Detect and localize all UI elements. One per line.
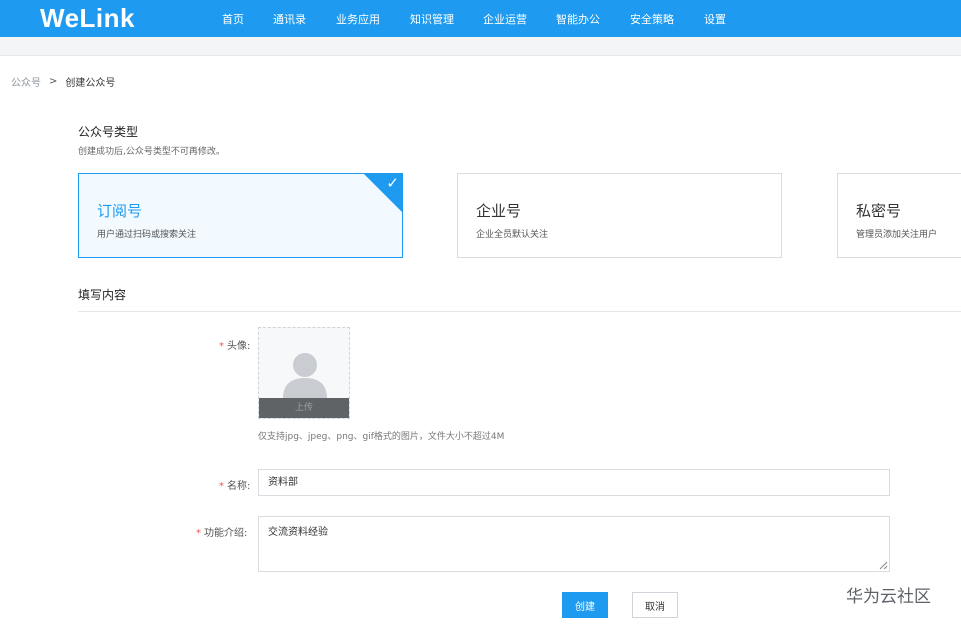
breadcrumb: 公众号 > 创建公众号 <box>11 74 115 89</box>
type-card-name: 订阅号 <box>97 202 143 220</box>
type-card-desc: 用户通过扫码或搜索关注 <box>97 230 197 240</box>
nav-item-business-apps[interactable]: 业务应用 <box>336 11 380 27</box>
welink-logo[interactable]: WeLink <box>40 3 135 34</box>
fill-content-title: 填写内容 <box>78 288 127 302</box>
breadcrumb-parent-link[interactable]: 公众号 <box>11 74 41 89</box>
breadcrumb-separator: > <box>49 76 58 87</box>
intro-label-text: 功能介绍: <box>204 528 248 539</box>
upload-button[interactable]: 上传 <box>259 398 349 418</box>
name-label: * 名称: <box>219 477 250 492</box>
nav-item-operations[interactable]: 企业运营 <box>483 11 527 27</box>
section-divider <box>78 311 961 312</box>
cancel-button[interactable]: 取消 <box>632 592 678 618</box>
check-icon: ✓ <box>386 174 399 192</box>
intro-label: * 功能介绍: <box>196 524 247 539</box>
required-mark: * <box>219 341 224 352</box>
watermark: 华为云社区 <box>846 587 931 607</box>
account-type-subtitle: 创建成功后,公众号类型不可再修改。 <box>78 147 225 157</box>
name-label-text: 名称: <box>227 481 251 492</box>
type-card-private[interactable]: 私密号 管理员添加关注用户 <box>837 173 961 258</box>
intro-textarea[interactable]: 交流资料经验 <box>258 516 890 572</box>
nav-item-security-policy[interactable]: 安全策略 <box>630 11 674 27</box>
default-avatar-icon <box>283 353 327 398</box>
avatar-upload[interactable]: 上传 <box>258 327 350 419</box>
nav-item-knowledge[interactable]: 知识管理 <box>410 11 454 27</box>
nav-item-smart-office[interactable]: 智能办公 <box>556 11 600 27</box>
type-card-desc: 企业全员默认关注 <box>476 230 549 240</box>
avatar-label: * 头像: <box>219 337 250 352</box>
required-mark: * <box>196 528 201 539</box>
top-nav-bar: WeLink 首页 通讯录 业务应用 知识管理 企业运营 智能办公 安全策略 设… <box>0 0 961 37</box>
nav-item-home[interactable]: 首页 <box>222 11 244 27</box>
account-type-title: 公众号类型 <box>78 125 139 139</box>
type-card-enterprise[interactable]: 企业号 企业全员默认关注 <box>457 173 782 258</box>
create-button[interactable]: 创建 <box>562 592 608 618</box>
nav-item-contacts[interactable]: 通讯录 <box>273 11 306 27</box>
avatar-hint: 仅支持jpg、jpeg、png、gif格式的图片，文件大小不超过4M <box>258 432 505 442</box>
required-mark: * <box>219 481 224 492</box>
type-card-desc: 管理员添加关注用户 <box>856 230 938 240</box>
nav-item-settings[interactable]: 设置 <box>704 11 726 27</box>
sub-header-bar <box>0 37 961 56</box>
name-input[interactable]: 资料部 <box>258 469 890 496</box>
selected-corner-badge: ✓ <box>363 173 403 213</box>
type-card-name: 企业号 <box>476 202 522 220</box>
resize-handle-icon[interactable] <box>879 561 888 570</box>
type-card-subscription[interactable]: ✓ 订阅号 用户通过扫码或搜索关注 <box>78 173 403 258</box>
type-card-name: 私密号 <box>856 202 902 220</box>
avatar-label-text: 头像: <box>227 341 251 352</box>
breadcrumb-current: 创建公众号 <box>65 78 116 89</box>
